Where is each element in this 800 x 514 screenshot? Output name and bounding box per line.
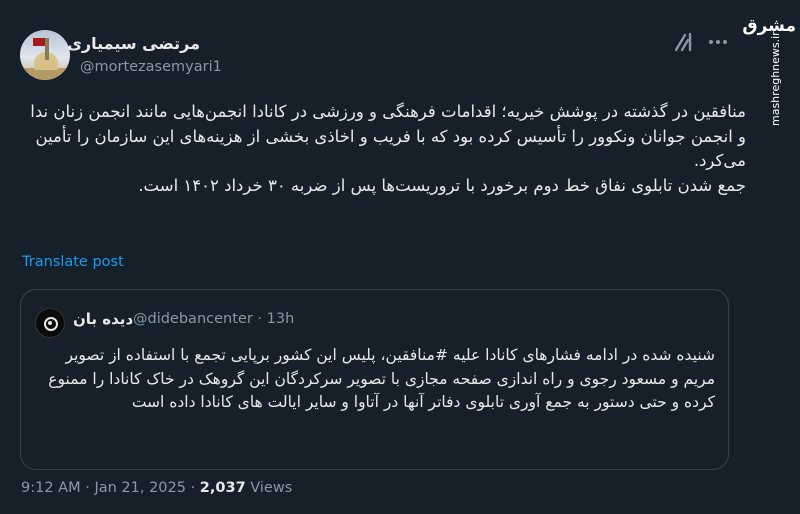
post-date[interactable]: Jan 21, 2025: [94, 480, 186, 496]
quoted-tweet-card[interactable]: دیده بان @didebancenter · 13h شنیده شده …: [20, 289, 729, 470]
quoted-author-handle[interactable]: @didebancenter: [133, 311, 253, 327]
views-label: Views: [250, 480, 293, 496]
separator-dot: ·: [190, 480, 196, 496]
author-handle[interactable]: @mortezasemyari1: [80, 59, 222, 75]
quoted-author-name[interactable]: دیده بان: [73, 310, 133, 328]
more-icon[interactable]: [707, 36, 729, 48]
views-count: 2,037: [199, 480, 246, 496]
quoted-author-meta: @didebancenter · 13h: [133, 311, 294, 327]
translate-post-link[interactable]: Translate post: [22, 254, 124, 270]
watermark-url: mashreghnews.ir: [769, 31, 782, 126]
tweet-paragraph: جمع شدن تابلوی نفاق خط دوم برخورد با ترو…: [138, 175, 746, 195]
tweet-text: منافقین در گذشته در پوشش خیریه؛ اقدامات …: [24, 100, 746, 198]
quoted-tweet-text: شنیده شده در ادامه فشارهای کانادا علیه #…: [48, 346, 715, 411]
quoted-time[interactable]: 13h: [267, 311, 295, 327]
post-time[interactable]: 9:12 AM: [21, 480, 81, 496]
quoted-author-avatar[interactable]: [35, 308, 65, 338]
separator-dot: ·: [85, 480, 90, 496]
author-name[interactable]: مرتضی سیمیاری: [67, 34, 200, 53]
separator-dot: ·: [257, 311, 263, 327]
tweet-meta: 9:12 AM · Jan 21, 2025 · 2,037 Views: [21, 480, 292, 496]
author-avatar[interactable]: [20, 30, 70, 80]
tweet-paragraph: منافقین در گذشته در پوشش خیریه؛ اقدامات …: [30, 102, 746, 170]
grok-icon[interactable]: [673, 32, 695, 52]
